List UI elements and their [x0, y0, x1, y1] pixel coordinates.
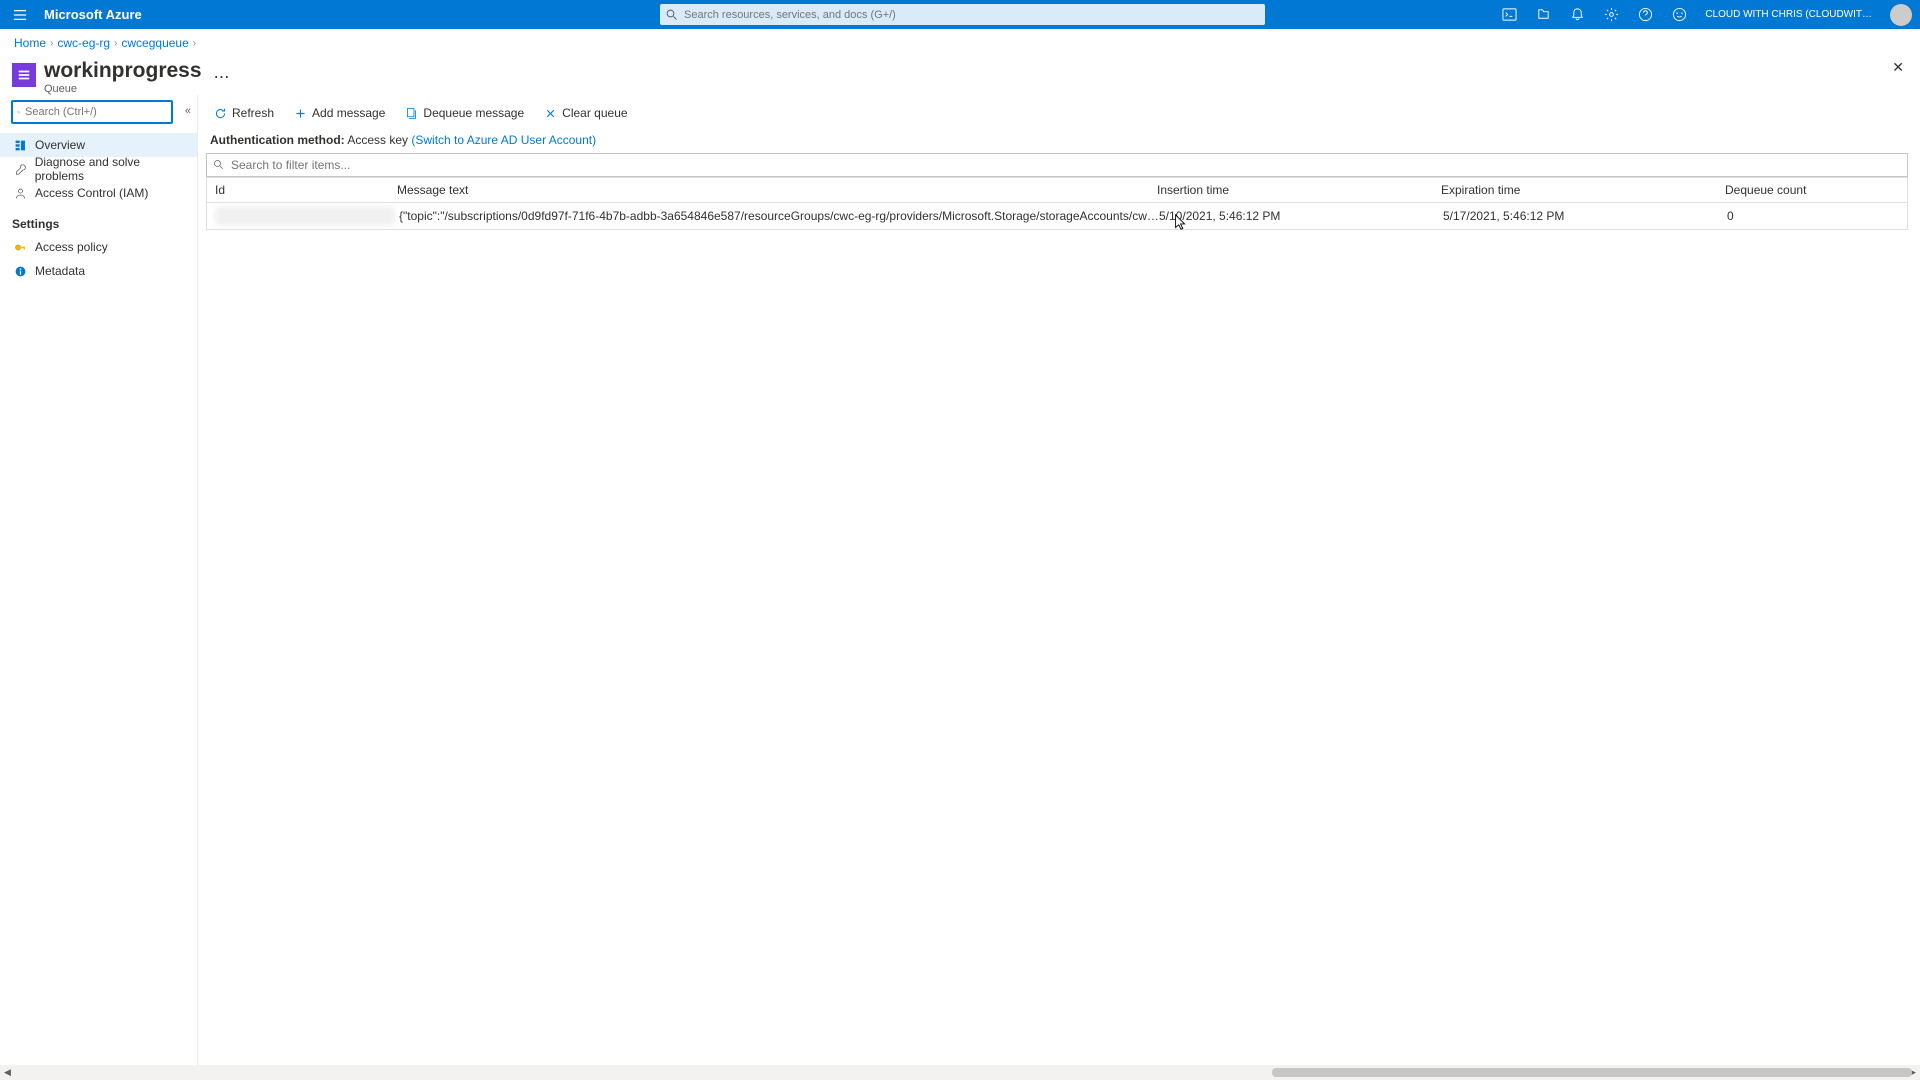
help-icon[interactable] [1637, 7, 1653, 23]
wrench-icon [14, 163, 27, 176]
sidebar-item-label: Diagnose and solve problems [35, 155, 189, 183]
col-header-dequeue[interactable]: Dequeue count [1725, 183, 1907, 197]
queue-resource-icon [12, 63, 36, 87]
global-search[interactable] [660, 4, 1265, 25]
filter-input[interactable] [225, 158, 1901, 172]
messages-table: Id Message text Insertion time Expiratio… [206, 177, 1908, 230]
azure-topbar: Microsoft Azure CLOUD WITH CHRIS (CLOUDW… [0, 0, 1920, 29]
directories-icon[interactable] [1535, 7, 1551, 23]
sidebar-item-label: Metadata [35, 264, 85, 278]
topbar-actions: CLOUD WITH CHRIS (CLOUDWIT… [1501, 0, 1912, 29]
switch-auth-link[interactable]: (Switch to Azure AD User Account) [411, 133, 596, 147]
page-header: workinprogress Queue ⋯ ✕ [0, 53, 1920, 95]
collapse-sidebar-button[interactable]: « [185, 105, 191, 117]
hamburger-menu[interactable] [0, 0, 40, 29]
col-header-insertion[interactable]: Insertion time [1157, 183, 1441, 197]
sidebar-search-input[interactable] [21, 106, 167, 118]
auth-method-value: Access key [347, 133, 408, 147]
search-icon [666, 9, 678, 21]
main-content: Refresh Add message Dequeue message Clea… [198, 95, 1920, 1075]
user-avatar[interactable] [1890, 4, 1912, 26]
more-actions-button[interactable]: ⋯ [214, 67, 230, 87]
user-account-label[interactable]: CLOUD WITH CHRIS (CLOUDWIT… [1705, 9, 1872, 20]
breadcrumb-rg[interactable]: cwc-eg-rg [57, 36, 110, 50]
search-icon [213, 159, 225, 171]
cell-dequeue-count: 0 [1727, 209, 1907, 223]
sidebar-section-settings: Settings [12, 217, 189, 231]
sidebar-item-metadata[interactable]: Metadata [12, 259, 189, 283]
breadcrumb-home[interactable]: Home [14, 36, 46, 50]
cell-insertion-time: 5/10/2021, 5:46:12 PM [1159, 209, 1443, 223]
sidebar-search[interactable] [12, 101, 172, 123]
add-message-label: Add message [312, 106, 385, 120]
sidebar-item-label: Access policy [35, 240, 108, 254]
horizontal-scrollbar[interactable]: ◀ ▶ [0, 1065, 1920, 1080]
breadcrumb: Home › cwc-eg-rg › cwcegqueue › [0, 29, 1920, 53]
cell-id-redacted [215, 207, 395, 225]
dequeue-message-button[interactable]: Dequeue message [397, 102, 532, 124]
sidebar-item-access-policy[interactable]: Access policy [12, 235, 189, 259]
cell-message-text: {"topic":"/subscriptions/0d9fd97f-71f6-4… [399, 209, 1159, 223]
plus-icon [294, 107, 307, 120]
cloud-shell-icon[interactable] [1501, 7, 1517, 23]
add-message-button[interactable]: Add message [286, 102, 393, 124]
clear-queue-label: Clear queue [562, 106, 627, 120]
clear-queue-button[interactable]: Clear queue [536, 102, 635, 124]
breadcrumb-queue[interactable]: cwcegqueue [121, 36, 188, 50]
sidebar-item-label: Overview [35, 138, 85, 152]
sidebar-item-label: Access Control (IAM) [35, 186, 148, 200]
refresh-button[interactable]: Refresh [206, 102, 282, 124]
filter-box[interactable] [206, 153, 1908, 177]
page-title: workinprogress [44, 59, 202, 83]
notifications-icon[interactable] [1569, 7, 1585, 23]
col-header-expiration[interactable]: Expiration time [1441, 183, 1725, 197]
key-icon [14, 241, 27, 254]
chevron-right-icon: › [114, 38, 117, 49]
clear-icon [544, 107, 557, 120]
page-subtitle: Queue [44, 83, 202, 95]
dequeue-message-label: Dequeue message [423, 106, 524, 120]
auth-method-line: Authentication method: Access key (Switc… [206, 131, 1908, 153]
chevron-right-icon: › [193, 38, 196, 49]
cell-expiration-time: 5/17/2021, 5:46:12 PM [1443, 209, 1727, 223]
scroll-left-arrow[interactable]: ◀ [4, 1067, 11, 1078]
person-icon [14, 187, 27, 200]
sidebar-item-overview[interactable]: Overview [0, 133, 197, 157]
refresh-label: Refresh [232, 106, 274, 120]
col-header-msg[interactable]: Message text [397, 183, 1157, 197]
table-header-row: Id Message text Insertion time Expiratio… [207, 177, 1907, 203]
col-header-id[interactable]: Id [207, 183, 397, 197]
table-row[interactable]: {"topic":"/subscriptions/0d9fd97f-71f6-4… [207, 203, 1907, 229]
command-bar: Refresh Add message Dequeue message Clea… [206, 95, 1908, 131]
scroll-thumb[interactable] [1272, 1068, 1912, 1077]
info-icon [14, 265, 27, 278]
settings-icon[interactable] [1603, 7, 1619, 23]
dequeue-icon [405, 107, 418, 120]
refresh-icon [214, 107, 227, 120]
sidebar-item-diagnose[interactable]: Diagnose and solve problems [12, 157, 189, 181]
sidebar-item-iam[interactable]: Access Control (IAM) [12, 181, 189, 205]
close-blade-button[interactable]: ✕ [1892, 59, 1904, 76]
auth-method-label: Authentication method: [210, 133, 345, 147]
global-search-input[interactable] [678, 9, 1259, 21]
sidebar-nav: Overview Diagnose and solve problems Acc… [12, 133, 189, 283]
overview-icon [14, 139, 27, 152]
brand-label: Microsoft Azure [44, 7, 142, 22]
resource-sidebar: « Overview Diagnose and solve problems A… [0, 95, 198, 1075]
feedback-icon[interactable] [1671, 7, 1687, 23]
chevron-right-icon: › [50, 38, 53, 49]
